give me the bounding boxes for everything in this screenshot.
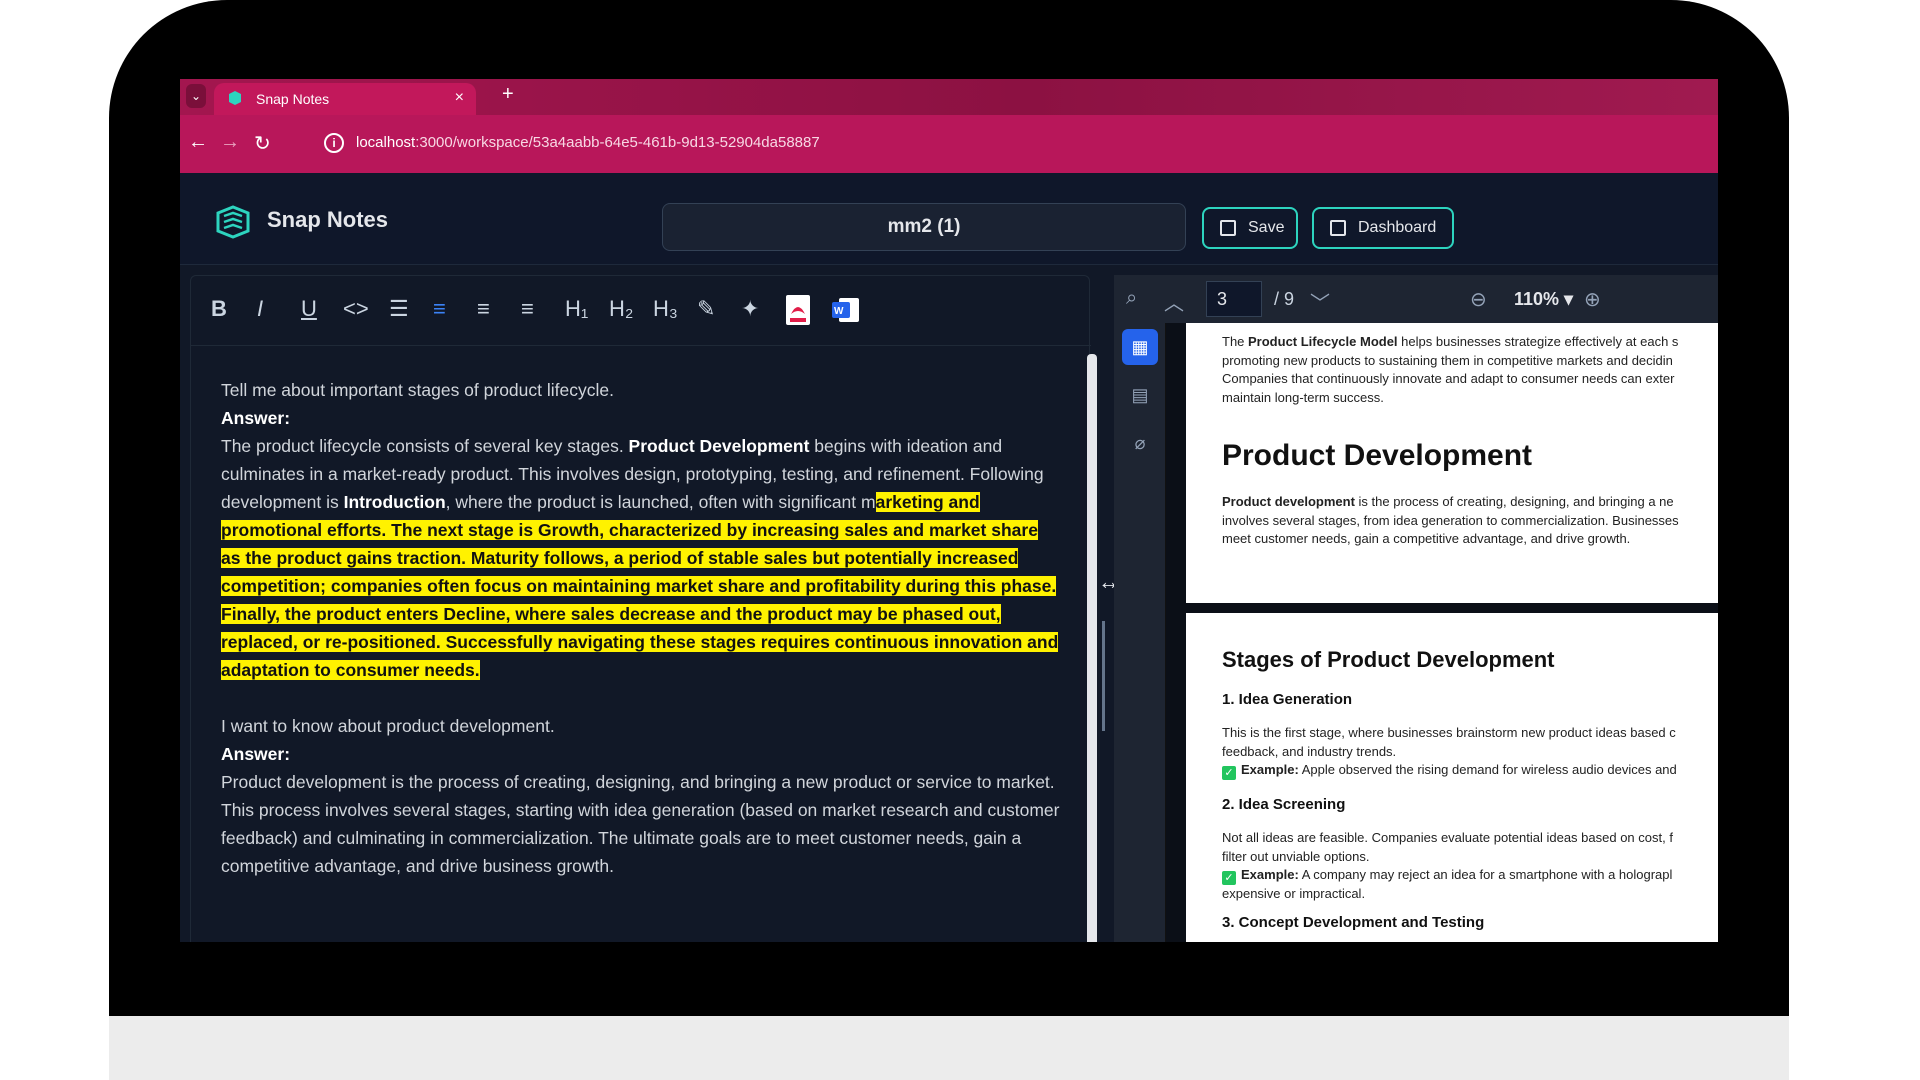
heading3-button[interactable]: H₃ [653,296,678,322]
new-tab-button[interactable]: + [502,83,514,106]
address-bar: ← → ↻ i localhost:3000/workspace/53a4aab… [180,115,1718,173]
tab-title: Snap Notes [256,91,330,107]
pdf-subheading: Stages of Product Development [1222,647,1555,672]
thumbnails-icon[interactable]: ▦ [1122,329,1158,365]
tab-search-button[interactable]: ⌄ [186,84,206,108]
page-count: / 9 [1274,289,1295,309]
pdf-viewer: ⌕ ︿ 3 / 9 ﹀ ⊖ 110% ▾ ⊕ ▦ ▤ ⌀ The Product… [1114,275,1718,942]
align-center-icon[interactable]: ≡ [477,296,490,322]
snap-notes-logo-icon [216,205,250,239]
zoom-select[interactable]: 110% ▾ [1514,289,1573,310]
url-field[interactable]: localhost:3000/workspace/53a4aabb-64e5-4… [356,134,820,151]
pdf-sidebar: ▦ ▤ ⌀ [1114,323,1166,942]
site-info-icon[interactable]: i [324,133,344,153]
answer-label-1: Answer: [221,408,291,428]
pdf-page-area: The Product Lifecycle Model helps busine… [1166,323,1718,942]
align-left-icon[interactable]: ≡ [433,296,446,322]
pdf-export-icon[interactable] [785,294,811,326]
pdf-page: Stages of Product Development 1. Idea Ge… [1186,613,1718,942]
answer-2: Product development is the process of cr… [221,772,1060,876]
pdf-heading: Product Development [1222,439,1533,472]
underline-button[interactable]: U [301,296,317,322]
checkmark-icon: ✓ [1222,871,1236,885]
heading1-button[interactable]: H₁ [565,296,588,322]
save-icon [1220,220,1236,236]
next-page-icon[interactable]: ﹀ [1310,287,1330,316]
page-number-input[interactable]: 3 [1206,281,1262,317]
editor-content[interactable]: Tell me about important stages of produc… [221,376,1061,880]
checkmark-icon: ✓ [1222,766,1236,780]
attachment-icon[interactable]: ⌀ [1122,425,1158,461]
search-icon[interactable]: ⌕ [1126,287,1137,310]
screen: ⌄ Snap Notes × + ← → ↻ i localhost:3000/… [180,79,1718,942]
highlighter-icon[interactable]: ✎ [697,296,715,322]
panel-divider[interactable] [1102,621,1105,731]
pdf-page: The Product Lifecycle Model helps busine… [1186,323,1718,603]
zoom-out-icon[interactable]: ⊖ [1470,287,1487,312]
dashboard-button-label: Dashboard [1358,219,1437,236]
tab-close-icon[interactable]: × [455,89,464,107]
device-base [109,1016,1789,1080]
note-editor: B I U <> ☰ ≡ ≡ ≡ H₁ H₂ H₃ ✎ ✦ W Tell me … [190,275,1097,942]
dashboard-button[interactable]: Dashboard [1312,207,1454,249]
align-right-icon[interactable]: ≡ [521,296,534,322]
editor-toolbar: B I U <> ☰ ≡ ≡ ≡ H₁ H₂ H₃ ✎ ✦ W [191,276,1091,346]
browser-tab[interactable]: Snap Notes × [214,83,476,115]
save-button-label: Save [1248,219,1285,236]
editor-scrollbar[interactable] [1087,354,1097,942]
grid-icon [1330,220,1346,236]
word-export-icon[interactable]: W [831,296,861,324]
answer-1: The product lifecycle consists of severa… [221,436,1059,680]
svg-text:W: W [834,306,844,317]
snap-notes-favicon [229,91,241,105]
italic-button[interactable]: I [257,296,263,322]
outline-icon[interactable]: ▤ [1122,377,1158,413]
previous-page-icon[interactable]: ︿ [1164,287,1184,316]
bullet-list-icon[interactable]: ☰ [389,296,409,322]
code-button[interactable]: <> [343,296,369,322]
reload-icon[interactable]: ↻ [254,131,271,156]
brand-name: Snap Notes [267,207,389,232]
highlighted-text: arketing and promotional efforts. The ne… [221,492,1059,680]
zoom-in-icon[interactable]: ⊕ [1584,287,1601,312]
back-icon[interactable]: ← [188,131,208,154]
app-header: Snap Notes mm2 (1) Save Dashboard [180,173,1718,265]
bold-button[interactable]: B [211,296,227,322]
save-button[interactable]: Save [1202,207,1298,249]
pdf-toolbar: ⌕ ︿ 3 / 9 ﹀ ⊖ 110% ▾ ⊕ [1114,275,1718,323]
question-2: I want to know about product development… [221,716,555,736]
heading2-button[interactable]: H₂ [609,296,633,322]
browser-tab-bar: ⌄ Snap Notes × + [180,79,1718,115]
ai-sparkle-icon[interactable]: ✦ [741,296,759,322]
answer-label-2: Answer: [221,744,291,764]
forward-icon[interactable]: → [220,131,240,154]
question-1: Tell me about important stages of produc… [221,380,614,400]
document-name-field[interactable]: mm2 (1) [662,203,1186,251]
